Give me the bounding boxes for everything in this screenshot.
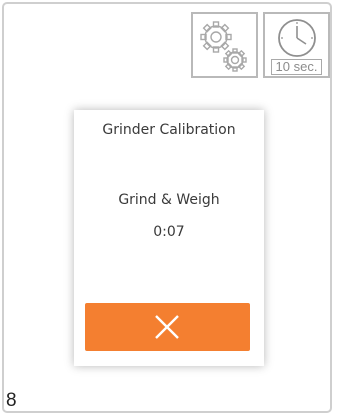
gears-icon [200,21,247,72]
dialog-title: Grinder Calibration [102,122,236,138]
timer-duration-label: 10 sec. [271,59,322,75]
elapsed-time: 0:07 [153,224,185,240]
settings-button[interactable] [191,12,258,78]
cancel-button[interactable] [85,303,250,351]
timer-button[interactable]: 10 sec. [263,12,330,78]
page-number: 8 [6,390,17,411]
close-icon [155,315,179,339]
calibration-dialog: Grinder Calibration Grind & Weigh 0:07 [74,110,264,366]
status-label: Grind & Weigh [118,192,220,208]
screen: 10 sec. Grinder Calibration Grind & Weig… [0,0,337,419]
